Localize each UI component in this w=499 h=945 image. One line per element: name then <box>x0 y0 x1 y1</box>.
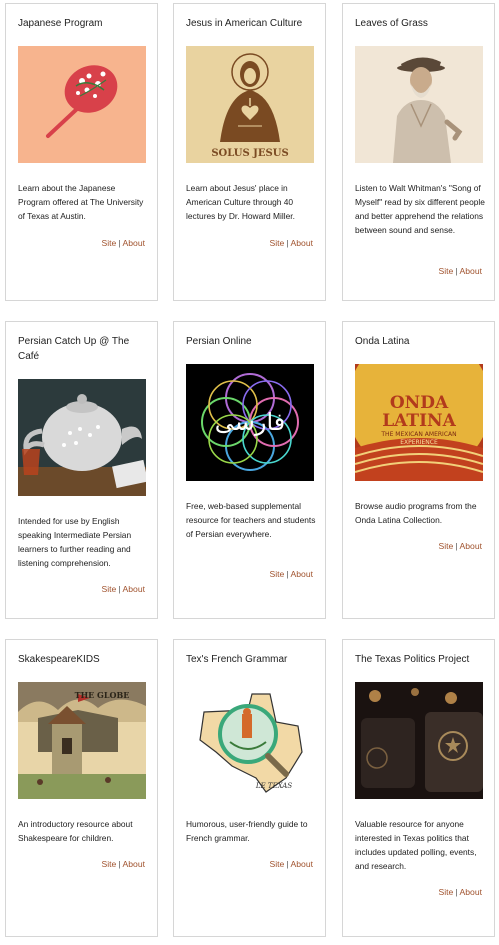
card-links: Site | About <box>269 568 313 580</box>
site-link[interactable]: Site <box>269 569 284 579</box>
card-links: Site | About <box>101 858 145 870</box>
card-description: Browse audio programs from the Onda Lati… <box>355 501 477 525</box>
card-persian-online: Persian Online فارسی Free, web-based sup… <box>173 321 326 619</box>
site-link[interactable]: Site <box>101 584 116 594</box>
about-link[interactable]: About <box>460 266 482 276</box>
card-description: An introductory resource about Shakespea… <box>18 819 133 843</box>
card-description: Intended for use by English speaking Int… <box>18 516 132 568</box>
card-links: Site | About <box>438 265 482 277</box>
solus-jesus-text: SOLUS JESUS <box>211 148 288 159</box>
site-link[interactable]: Site <box>438 266 453 276</box>
card-links: Site | About <box>438 886 482 898</box>
latina-text: LATINA <box>382 411 456 431</box>
card-description: Learn about Jesus' place in American Cul… <box>186 183 295 221</box>
site-link[interactable]: Site <box>101 859 116 869</box>
about-link[interactable]: About <box>291 238 313 248</box>
card-title: The Texas Politics Project <box>355 654 470 665</box>
card-links: Site | About <box>438 540 482 552</box>
card-description: Valuable resource for anyone interested … <box>355 819 477 871</box>
card-title: SkakespeareKIDS <box>18 654 100 665</box>
card-japanese-program: Japanese Program Learn about the Japanes… <box>5 3 158 301</box>
card-description: Learn about the Japanese Program offered… <box>18 183 144 221</box>
about-link[interactable]: About <box>123 584 145 594</box>
texas-magnifier-image[interactable]: LE TEXAS <box>186 682 314 799</box>
card-texs-french-grammar: Tex's French Grammar LE TEXAS Humorous, … <box>173 639 326 937</box>
card-links: Site | About <box>101 237 145 249</box>
card-jesus-in-american-culture: Jesus in American Culture SOLUS JESUS Le… <box>173 3 326 301</box>
teapot-image[interactable] <box>18 379 146 496</box>
mexican-american-text: THE MEXICAN AMERICAN <box>380 431 456 438</box>
card-title: Leaves of Grass <box>355 18 428 29</box>
card-title: Persian Catch Up @ The Café <box>18 336 130 362</box>
about-link[interactable]: About <box>123 859 145 869</box>
le-texas-text: LE TEXAS <box>255 782 293 790</box>
legislative-chairs-image[interactable] <box>355 682 483 799</box>
card-onda-latina: Onda Latina ONDA LATINA THE MEXICAN AMER… <box>342 321 495 619</box>
card-description: Free, web-based supplemental resource fo… <box>186 501 316 539</box>
about-link[interactable]: About <box>460 887 482 897</box>
sacred-heart-image[interactable]: SOLUS JESUS <box>186 46 314 163</box>
about-link[interactable]: About <box>291 569 313 579</box>
card-links: Site | About <box>269 858 313 870</box>
globe-theatre-image[interactable]: THE GLOBE <box>18 682 146 799</box>
card-links: Site | About <box>101 583 145 595</box>
card-title: Tex's French Grammar <box>186 654 288 665</box>
walt-whitman-photo[interactable] <box>355 46 483 163</box>
card-leaves-of-grass: Leaves of Grass Listen to Walt Whitman's… <box>342 3 495 301</box>
card-title: Jesus in American Culture <box>186 18 303 29</box>
card-title: Japanese Program <box>18 18 103 29</box>
card-description: Listen to Walt Whitman's "Song of Myself… <box>355 183 485 235</box>
site-link[interactable]: Site <box>438 541 453 551</box>
about-link[interactable]: About <box>460 541 482 551</box>
card-texas-politics-project: The Texas Politics Project Valuable reso… <box>342 639 495 937</box>
card-description: Humorous, user-friendly guide to French … <box>186 819 308 843</box>
site-link[interactable]: Site <box>269 859 284 869</box>
site-link[interactable]: Site <box>101 238 116 248</box>
farsi-text: فارسی <box>215 408 286 436</box>
globe-sign-text: THE GLOBE <box>75 690 130 700</box>
about-link[interactable]: About <box>291 859 313 869</box>
japanese-fan-image[interactable] <box>18 46 146 163</box>
about-link[interactable]: About <box>123 238 145 248</box>
card-persian-catch-up: Persian Catch Up @ The Café Intended for… <box>5 321 158 619</box>
site-link[interactable]: Site <box>269 238 284 248</box>
onda-latina-logo[interactable]: ONDA LATINA THE MEXICAN AMERICAN EXPERIE… <box>355 364 483 481</box>
card-shakespearekids: SkakespeareKIDS THE GLOBE An introductor… <box>5 639 158 937</box>
card-links: Site | About <box>269 237 313 249</box>
site-link[interactable]: Site <box>438 887 453 897</box>
card-title: Persian Online <box>186 336 252 347</box>
card-title: Onda Latina <box>355 336 410 347</box>
persian-online-logo[interactable]: فارسی <box>186 364 314 481</box>
experience-text: EXPERIENCE <box>400 439 438 446</box>
onda-text: ONDA <box>390 393 449 413</box>
